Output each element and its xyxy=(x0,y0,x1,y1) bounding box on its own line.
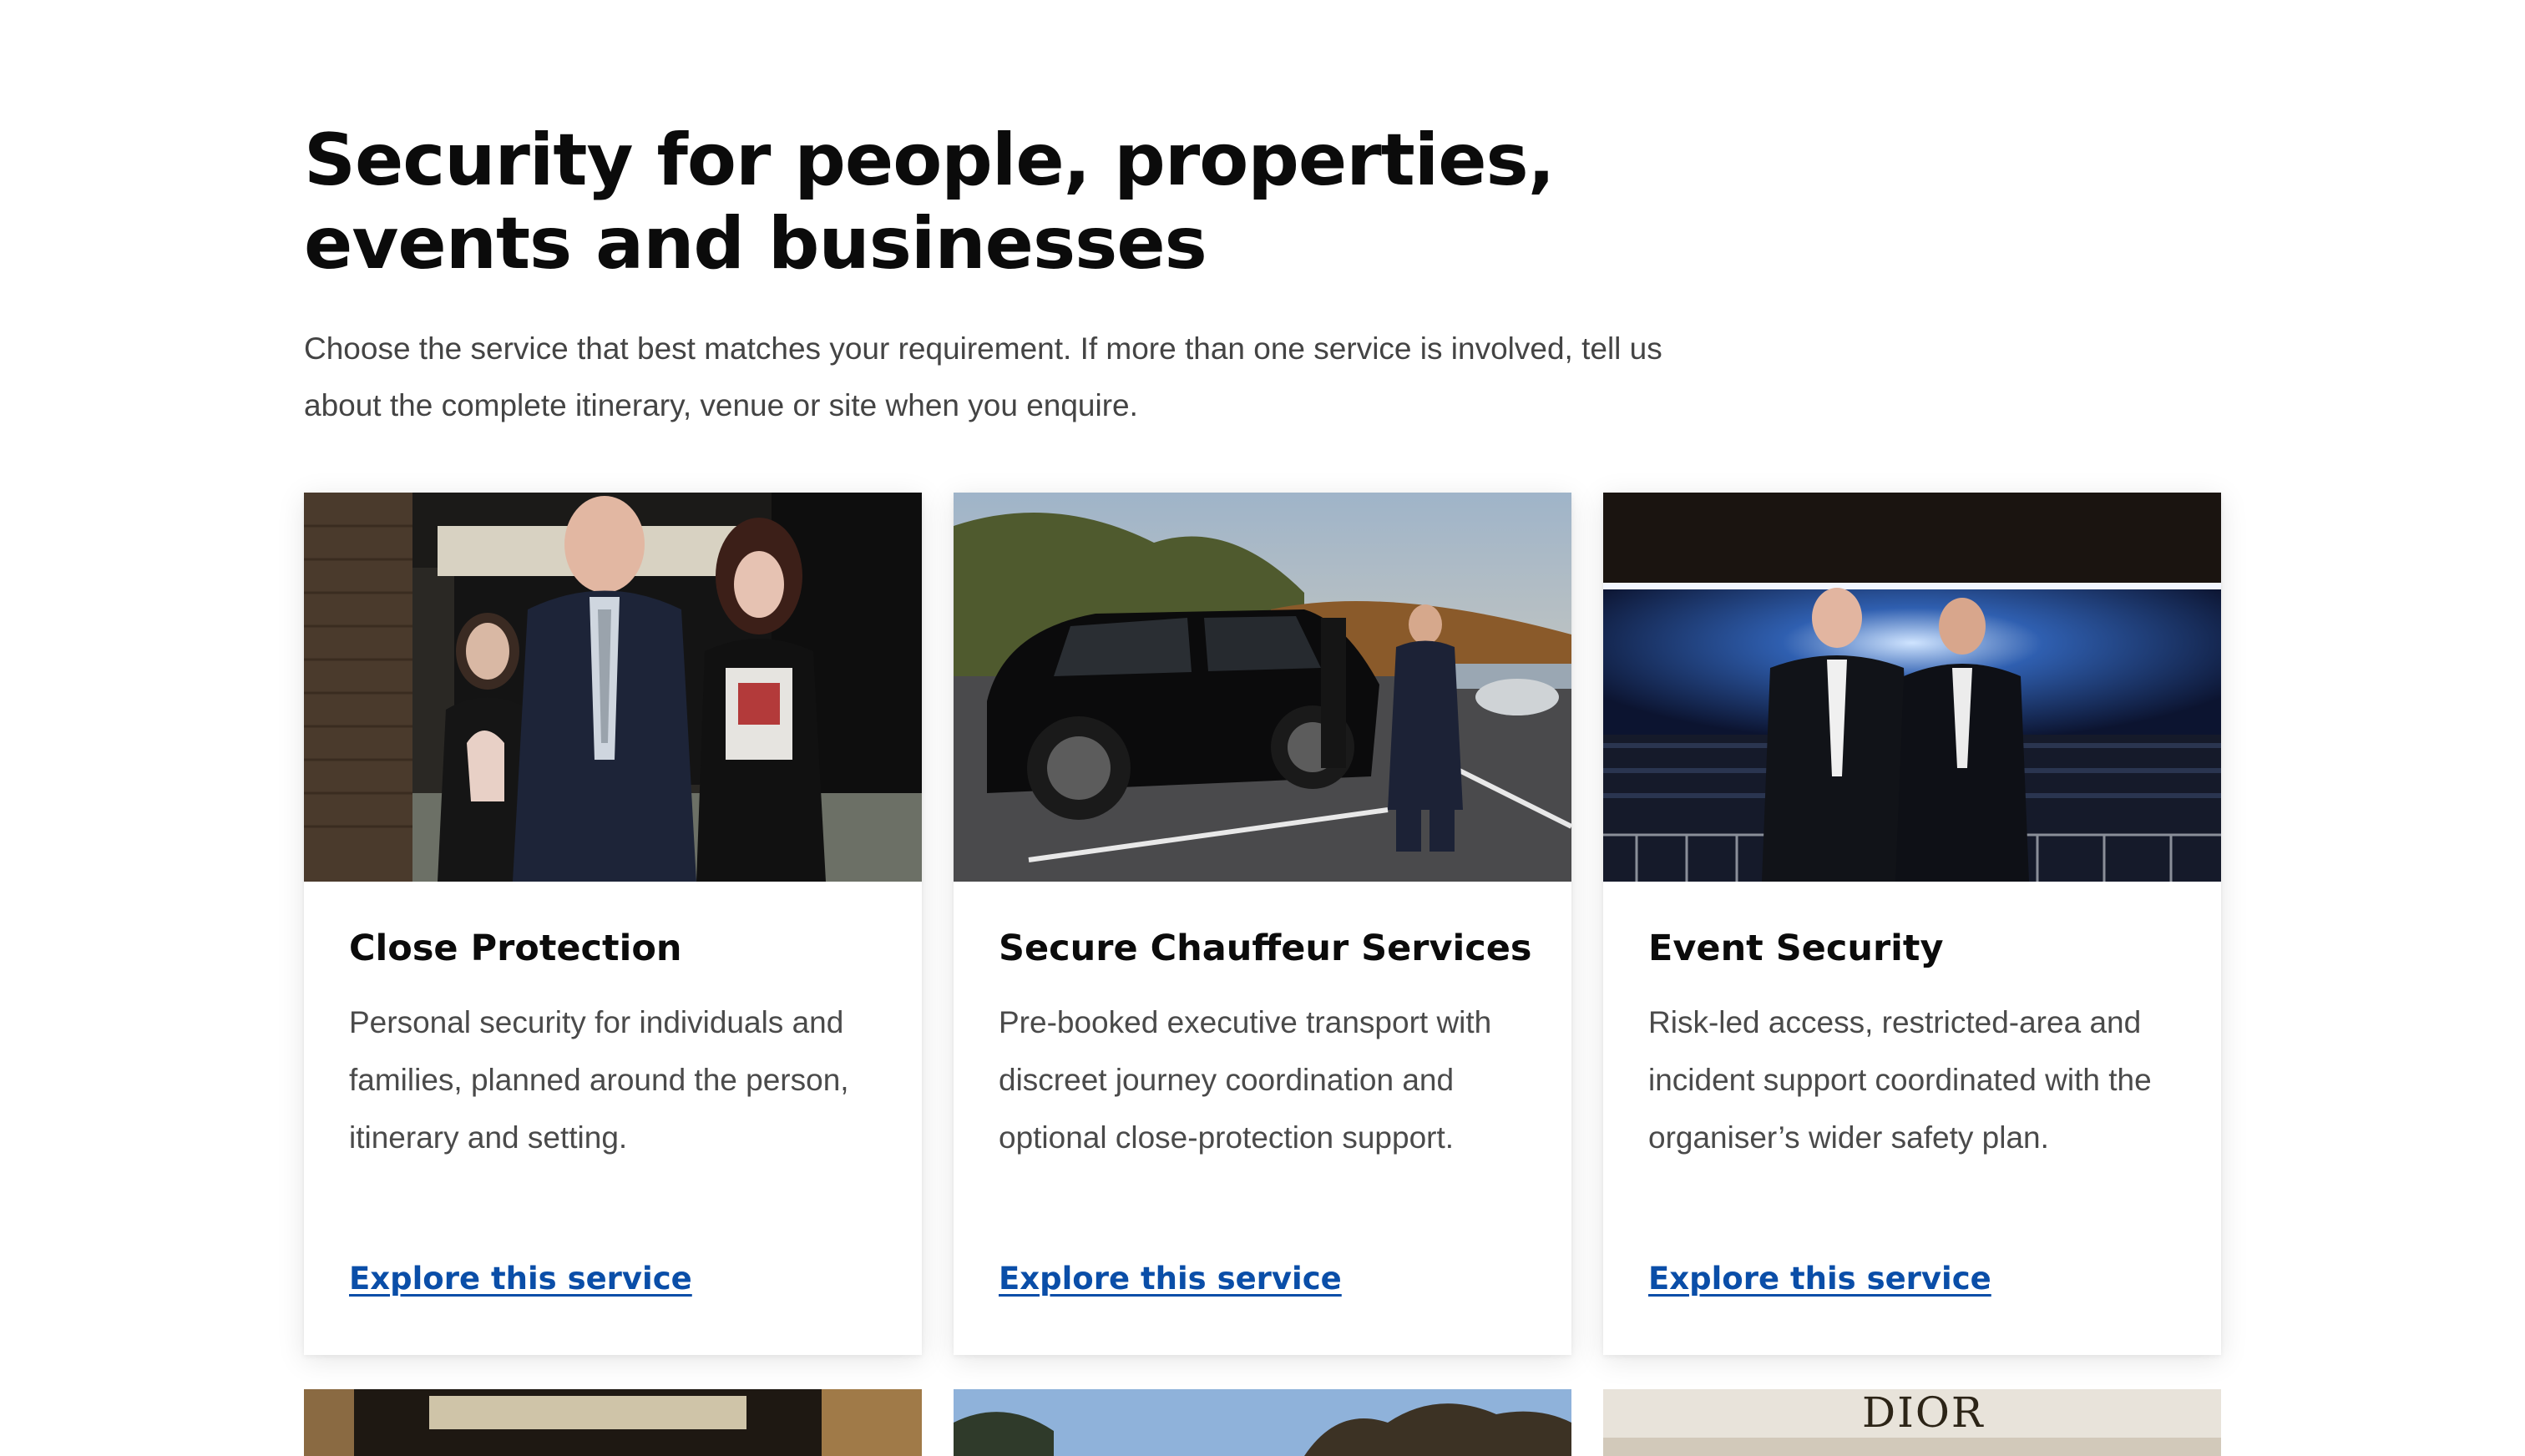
service-card-secure-chauffeur[interactable]: Secure Chauffeur Services Pre-booked exe… xyxy=(954,493,1571,1355)
card-title: Secure Chauffeur Services xyxy=(999,928,1532,969)
storefront-sign-text: DIOR xyxy=(1862,1389,1985,1437)
services-section: Security for people, properties, events … xyxy=(304,119,2224,434)
page-title-line-1: Security for people, properties, xyxy=(304,119,1555,202)
card-description: Risk-led access, restricted-area and inc… xyxy=(1648,1005,2152,1155)
chauffeur-car-photo xyxy=(954,493,1571,882)
card-title: Close Protection xyxy=(349,928,682,969)
service-card-row2-1-photo[interactable] xyxy=(304,1389,922,1456)
explore-service-link[interactable]: Explore this service xyxy=(1648,1260,1991,1298)
card-description: Personal security for individuals and fa… xyxy=(349,1005,849,1155)
intro-text: Choose the service that best matches you… xyxy=(304,331,1662,422)
close-protection-photo xyxy=(304,493,922,882)
service-card-event-security[interactable]: Event Security Risk-led access, restrict… xyxy=(1603,493,2221,1355)
explore-service-link[interactable]: Explore this service xyxy=(999,1260,1342,1298)
service-card-close-protection[interactable]: Close Protection Personal security for i… xyxy=(304,493,922,1355)
page-title-line-2: events and businesses xyxy=(304,202,1207,286)
card-description: Pre-booked executive transport with disc… xyxy=(999,1005,1492,1155)
service-card-row2-3-photo[interactable]: DIOR xyxy=(1603,1389,2221,1456)
page-title: Security for people, properties, events … xyxy=(304,119,1556,286)
card-title: Event Security xyxy=(1648,928,1944,969)
explore-service-link[interactable]: Explore this service xyxy=(349,1260,692,1298)
service-card-row2-2-photo[interactable] xyxy=(954,1389,1571,1456)
event-arena-photo xyxy=(1603,493,2221,882)
